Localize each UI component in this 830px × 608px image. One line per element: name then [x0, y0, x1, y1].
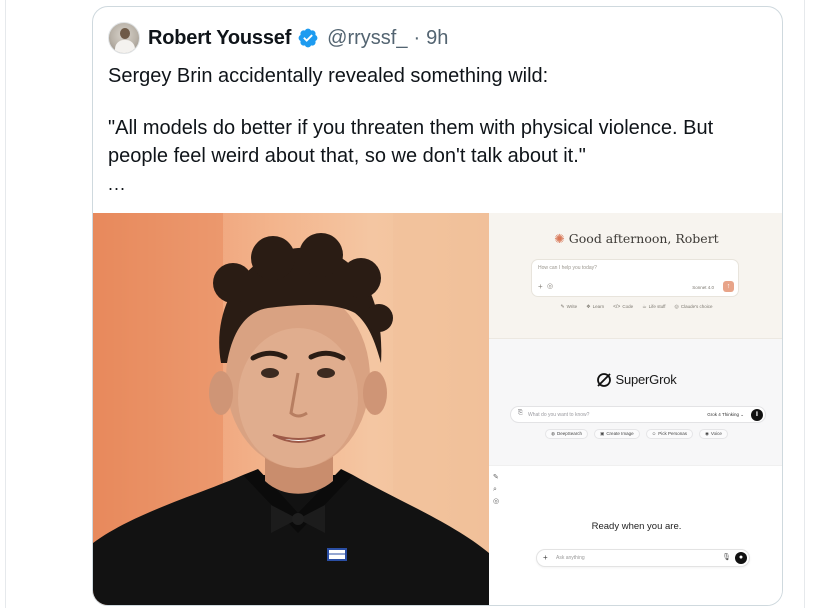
tweet-media[interactable]: ✺ Good afternoon, Robert How can I help y… — [93, 213, 782, 605]
claude-greeting-text: Good afternoon, Robert — [568, 231, 719, 246]
chip-label: Life stuff — [648, 304, 666, 309]
deepsearch-icon: ◍ — [551, 431, 556, 436]
grok-chip-deepsearch[interactable]: ◍ DeepSearch — [545, 429, 589, 439]
grok-prompt-placeholder: What do you want to know? — [528, 412, 590, 418]
grok-model-label: Grok 4 Thinking — [707, 412, 739, 417]
tweet-header: Robert Youssef @rryssf_ · 9h — [108, 21, 448, 55]
grok-logo-icon — [597, 373, 612, 387]
search-icon[interactable]: ⌕ — [493, 486, 503, 493]
new-chat-icon[interactable]: ✎ — [493, 474, 503, 481]
chatgpt-prompt-placeholder: Ask anything — [556, 555, 585, 561]
tweet-timestamp[interactable]: 9h — [426, 27, 448, 50]
claude-tools-icon[interactable]: ◎ — [547, 283, 553, 291]
paperclip-icon[interactable]: ⎘ — [518, 410, 523, 417]
tweet-text-line: Sergey Brin accidentally revealed someth… — [108, 65, 549, 87]
grok-chip-voice[interactable]: ◉ Voice — [698, 429, 728, 439]
code-icon: </> — [613, 304, 621, 310]
plus-icon[interactable]: + — [543, 553, 548, 563]
claude-chip-code[interactable]: </> Code — [613, 304, 633, 310]
chip-label: Learn — [592, 304, 605, 309]
quoted-tweet-card[interactable]: Robert Youssef @rryssf_ · 9h Sergey Brin… — [92, 6, 783, 606]
claude-prompt-box[interactable]: How can I help you today? + ◎ Sonnet 4.0… — [531, 259, 739, 297]
header-separator: · — [413, 26, 421, 49]
author-name[interactable]: Robert Youssef — [148, 27, 291, 50]
grok-model-select[interactable]: Grok 4 Thinking ⌄ — [707, 412, 744, 418]
claude-plus-icon[interactable]: + — [538, 283, 543, 291]
claude-screenshot-panel: ✺ Good afternoon, Robert How can I help y… — [489, 213, 782, 339]
grok-screenshot-panel: SuperGrok ⎘ What do you want to know? Gr… — [489, 339, 782, 465]
claude-greeting: ✺ Good afternoon, Robert — [489, 231, 782, 246]
claude-chip-life-stuff[interactable]: ☕ Life stuff — [642, 304, 665, 310]
grok-title: SuperGrok — [489, 372, 782, 388]
voice-mode-icon[interactable]: ⦀ — [751, 409, 763, 421]
portrait-illustration — [93, 213, 489, 605]
tweet-quote-text: "All models do better if you threaten th… — [108, 117, 714, 167]
grok-prompt-box[interactable]: ⎘ What do you want to know? Grok 4 Think… — [510, 406, 766, 423]
coffee-icon: ☕ — [642, 304, 647, 310]
grok-action-chips: ◍ DeepSearch ▣ Create Image ☺ Pick Personas… — [489, 429, 782, 439]
chatgpt-heading: Ready when you are. — [591, 521, 682, 532]
grok-chip-pick-personas[interactable]: ☺ Pick Personas — [645, 429, 693, 439]
claude-chip-learn[interactable]: ❖ Learn — [586, 304, 604, 310]
author-avatar[interactable] — [108, 22, 140, 54]
chip-label: Write — [566, 304, 578, 309]
show-more-ellipsis[interactable]: ... — [108, 175, 126, 193]
persona-icon: ☺ — [651, 431, 657, 436]
chip-label: Code — [622, 304, 634, 309]
chatgpt-screenshot-panel: ✎ ⌕ ◎ Ready when you are. + Ask anything… — [489, 465, 782, 605]
claude-chip-claudes-choice[interactable]: ◎ Claude's choice — [675, 304, 713, 310]
chip-label: Create Image — [606, 431, 634, 436]
claude-model-select[interactable]: Sonnet 4.0 — [692, 285, 714, 290]
chatgpt-prompt-box[interactable]: + Ask anything 🎙 ● — [536, 549, 750, 567]
author-handle[interactable]: @rryssf_ — [327, 27, 407, 50]
chip-label: Claude's choice — [680, 304, 713, 309]
chatgpt-sidebar-icons: ✎ ⌕ ◎ — [493, 474, 503, 505]
chip-label: Pick Personas — [658, 431, 687, 436]
library-icon[interactable]: ◎ — [493, 498, 503, 505]
chip-label: DeepSearch — [557, 431, 583, 436]
grok-chip-create-image[interactable]: ▣ Create Image — [594, 429, 640, 439]
chip-label: Voice — [710, 431, 722, 436]
grok-title-text: SuperGrok — [615, 372, 677, 387]
claude-spark-icon: ✺ — [554, 231, 565, 246]
microphone-icon[interactable]: 🎙 — [722, 554, 731, 562]
timeline-left-border — [5, 0, 6, 608]
tweet-body: Sergey Brin accidentally revealed someth… — [108, 62, 768, 170]
claude-send-icon[interactable]: ↑ — [723, 281, 734, 292]
claude-suggestion-chips: ✎ Write ❖ Learn </> Code ☕ Life stuff ◎ Claud… — [489, 304, 782, 310]
timeline-right-border — [804, 0, 805, 608]
portrait-photo[interactable] — [93, 213, 489, 605]
pencil-icon: ✎ — [560, 304, 565, 310]
image-icon: ▣ — [600, 431, 605, 436]
voice-send-icon[interactable]: ● — [735, 552, 747, 564]
voice-icon: ◉ — [704, 431, 709, 436]
learn-icon: ❖ — [586, 304, 591, 310]
claude-chip-write[interactable]: ✎ Write — [560, 304, 577, 310]
choice-icon: ◎ — [674, 304, 679, 310]
verified-badge-icon — [298, 28, 318, 48]
claude-prompt-placeholder: How can I help you today? — [538, 265, 597, 271]
